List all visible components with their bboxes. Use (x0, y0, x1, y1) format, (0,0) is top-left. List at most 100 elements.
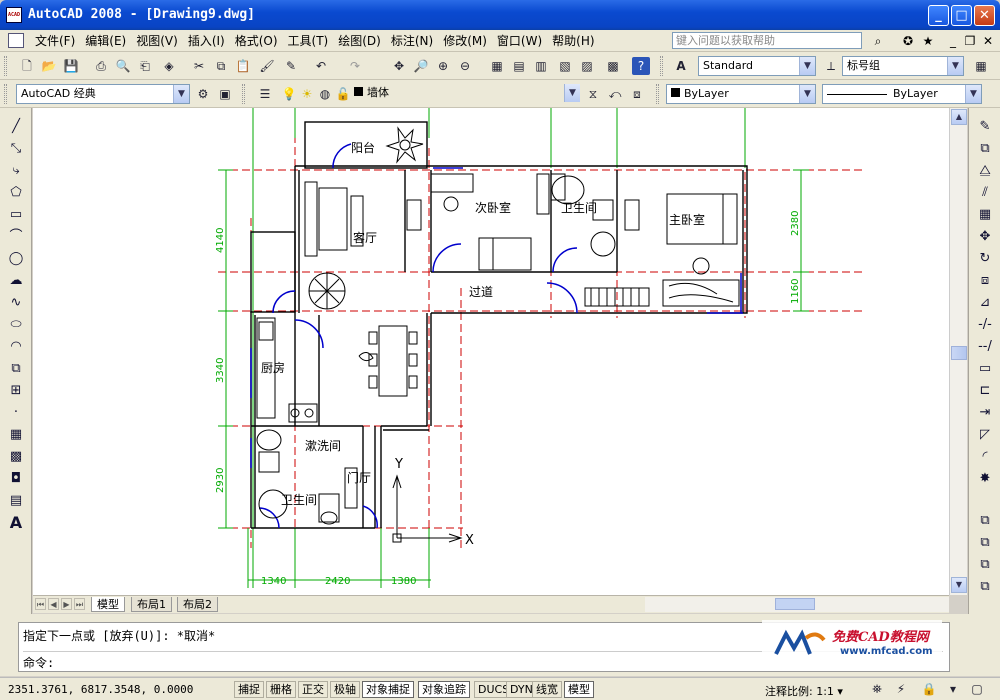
print-icon[interactable]: ⎙ (92, 57, 110, 75)
menu-item-10[interactable]: 帮助(H) (547, 33, 599, 49)
new-file-icon[interactable]: 🗋 (18, 57, 36, 75)
chevron-down-icon[interactable]: ▼ (564, 84, 580, 102)
toolbar-grip[interactable] (660, 56, 663, 76)
viewport-freeze-icon[interactable]: ◍ (316, 85, 334, 103)
text-style-select[interactable]: Standard ▼ (698, 56, 816, 76)
save-workspace-icon[interactable]: ▣ (216, 85, 234, 103)
3d-dwf-icon[interactable]: ◈ (160, 57, 178, 75)
communication-center-icon[interactable]: ✪ (900, 33, 916, 49)
explode-icon[interactable]: ✸ (976, 470, 994, 488)
hatch-icon[interactable]: ▦ (7, 426, 25, 444)
line-icon[interactable]: ╱ (7, 118, 25, 136)
markup-icon[interactable]: ▨ (578, 57, 596, 75)
rectangle-icon[interactable]: ▭ (7, 206, 25, 224)
polar-toggle[interactable]: 极轴 (330, 681, 360, 698)
otrack-toggle[interactable]: 对象追踪 (418, 681, 470, 698)
text-style-icon[interactable]: A (672, 57, 690, 75)
layer-previous-icon[interactable]: ⤺ (606, 85, 624, 103)
undo-icon[interactable]: ↶ (312, 57, 330, 75)
menu-item-3[interactable]: 插入(I) (183, 33, 230, 49)
last-tab-icon[interactable]: ⏭ (74, 598, 85, 610)
next-tab-icon[interactable]: ▶ (61, 598, 72, 610)
clean-screen-icon[interactable]: ▢ (968, 680, 986, 698)
search-icon[interactable]: ⌕ (870, 33, 886, 49)
dimension-style-select[interactable]: 标号组 ▼ (842, 56, 964, 76)
rotate-icon[interactable]: ↻ (976, 250, 994, 268)
drawing-canvas[interactable]: 4140 3340 2930 2380 1160 1340 2420 1380 (33, 108, 949, 595)
block-editor-icon[interactable]: ✎ (282, 57, 300, 75)
menu-item-1[interactable]: 编辑(E) (80, 33, 131, 49)
chevron-down-icon[interactable]: ▼ (799, 57, 815, 75)
chevron-down-icon[interactable]: ▼ (173, 85, 189, 103)
publish-icon[interactable]: ⎗ (136, 57, 154, 75)
draw-order-front-icon[interactable]: ⧉ (976, 512, 994, 530)
ellipse-arc-icon[interactable]: ◠ (7, 338, 25, 356)
offset-icon[interactable]: ⫽ (976, 184, 994, 202)
lineweight-toggle[interactable]: 线宽 (532, 681, 562, 698)
prev-tab-icon[interactable]: ◀ (48, 598, 59, 610)
maximize-button[interactable]: □ (951, 5, 972, 26)
grid-toggle[interactable]: 栅格 (266, 681, 296, 698)
horizontal-scrollbar[interactable] (645, 597, 949, 612)
tool-palettes-icon[interactable]: ▥ (532, 57, 550, 75)
redo-icon[interactable]: ↷ (346, 57, 364, 75)
toolbar-grip[interactable] (242, 84, 245, 104)
menu-item-2[interactable]: 视图(V) (131, 33, 183, 49)
toolbar-lock-icon[interactable]: 🔒 (920, 680, 938, 698)
workspace-select[interactable]: AutoCAD 经典 ▼ (16, 84, 190, 104)
paste-icon[interactable]: 📋 (234, 57, 252, 75)
lightbulb-icon[interactable]: 💡 (280, 85, 298, 103)
arc-icon[interactable]: ⌒ (7, 228, 25, 246)
trim-icon[interactable]: -/- (976, 316, 994, 334)
annotation-scale[interactable]: 注释比例: 1:1 ▾ (765, 683, 843, 699)
point-icon[interactable]: · (7, 404, 25, 422)
construction-line-icon[interactable]: ⤡ (7, 140, 25, 158)
menu-item-6[interactable]: 绘图(D) (333, 33, 386, 49)
chevron-down-icon[interactable]: ▼ (965, 85, 981, 103)
scroll-down-icon[interactable]: ▼ (951, 577, 967, 593)
pan-icon[interactable]: ✥ (390, 57, 408, 75)
chamfer-icon[interactable]: ◸ (976, 426, 994, 444)
annotation-visibility-icon[interactable]: ⛯ (868, 680, 886, 698)
match-properties-icon[interactable]: 🖌 (258, 57, 276, 75)
toolbar-grip[interactable] (4, 56, 7, 76)
status-menu-icon[interactable]: ▾ (944, 680, 962, 698)
ellipse-icon[interactable]: ⬭ (7, 316, 25, 334)
favorites-star-icon[interactable]: ★ (920, 33, 936, 49)
print-preview-icon[interactable]: 🔍 (114, 57, 132, 75)
gradient-icon[interactable]: ▩ (7, 448, 25, 466)
freeze-sun-icon[interactable]: ☀ (298, 85, 316, 103)
fillet-icon[interactable]: ◜ (976, 448, 994, 466)
insert-block-icon[interactable]: ⧉ (7, 360, 25, 378)
ortho-toggle[interactable]: 正交 (298, 681, 328, 698)
first-tab-icon[interactable]: ⏮ (35, 598, 46, 610)
menu-item-9[interactable]: 窗口(W) (492, 33, 547, 49)
zoom-realtime-icon[interactable]: 🔎 (412, 57, 430, 75)
dimension-style-icon[interactable]: ⟂ (822, 57, 840, 75)
horizontal-scroll-thumb[interactable] (775, 598, 815, 610)
model-paper-toggle[interactable]: 模型 (564, 681, 594, 698)
vertical-scroll-thumb[interactable] (951, 346, 967, 360)
menu-item-5[interactable]: 工具(T) (283, 33, 334, 49)
calculator-icon[interactable]: ▩ (604, 57, 622, 75)
layer-states-icon[interactable]: ⧈ (628, 85, 646, 103)
workspace-settings-icon[interactable]: ⚙ (194, 85, 212, 103)
revision-cloud-icon[interactable]: ☁ (7, 272, 25, 290)
multiline-text-icon[interactable]: A (7, 514, 25, 532)
erase-icon[interactable]: ✎ (976, 118, 994, 136)
circle-icon[interactable]: ◯ (7, 250, 25, 268)
zoom-previous-icon[interactable]: ⊖ (456, 57, 474, 75)
scroll-up-icon[interactable]: ▲ (951, 109, 967, 125)
doc-restore-icon[interactable]: ❐ (962, 33, 978, 49)
layer-manager-icon[interactable]: ☰ (256, 85, 274, 103)
copy-object-icon[interactable]: ⧉ (976, 140, 994, 158)
scale-icon[interactable]: ⧈ (976, 272, 994, 290)
break-at-point-icon[interactable]: ▭ (976, 360, 994, 378)
copy-icon[interactable]: ⧉ (212, 57, 230, 75)
sheet-set-icon[interactable]: ▧ (556, 57, 574, 75)
open-file-icon[interactable]: 📂 (40, 57, 58, 75)
cut-icon[interactable]: ✂ (190, 57, 208, 75)
stretch-icon[interactable]: ⊿ (976, 294, 994, 312)
polygon-icon[interactable]: ⬠ (7, 184, 25, 202)
mirror-icon[interactable]: ⧋ (976, 162, 994, 180)
